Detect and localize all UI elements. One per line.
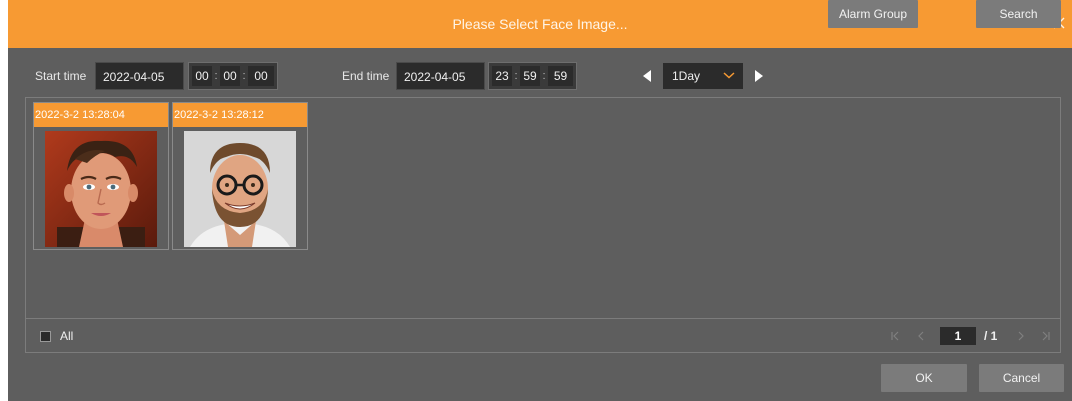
prev-range-icon[interactable] bbox=[640, 67, 654, 85]
start-time-label: Start time bbox=[35, 69, 87, 83]
select-all-label: All bbox=[60, 329, 74, 343]
colon: : bbox=[214, 70, 218, 82]
face-card[interactable]: 2022-3-2 13:28:12 bbox=[172, 102, 308, 250]
start-date-field[interactable]: 2022-04-05 bbox=[95, 62, 184, 90]
select-all-checkbox[interactable] bbox=[40, 331, 51, 342]
ok-button[interactable]: OK bbox=[881, 364, 967, 392]
chevron-down-icon bbox=[723, 65, 735, 85]
colon: : bbox=[242, 70, 246, 82]
end-minute[interactable]: 59 bbox=[520, 66, 540, 86]
face-timestamp: 2022-3-2 13:28:04 bbox=[34, 103, 168, 127]
start-time-field[interactable]: 00 : 00 : 00 bbox=[188, 62, 278, 90]
range-select[interactable]: 1Day bbox=[663, 63, 743, 89]
start-hour[interactable]: 00 bbox=[192, 66, 212, 86]
start-minute[interactable]: 00 bbox=[220, 66, 240, 86]
range-select-value: 1Day bbox=[672, 69, 701, 83]
next-page-icon[interactable] bbox=[1017, 327, 1025, 345]
first-page-icon[interactable] bbox=[890, 327, 900, 345]
last-page-icon[interactable] bbox=[1041, 327, 1051, 345]
face-photo[interactable] bbox=[184, 131, 296, 247]
total-pages: / 1 bbox=[984, 329, 998, 343]
colon: : bbox=[542, 70, 546, 82]
search-button[interactable]: Search bbox=[976, 0, 1061, 28]
cancel-button[interactable]: Cancel bbox=[979, 364, 1064, 392]
prev-page-icon[interactable] bbox=[917, 327, 925, 345]
panel-divider bbox=[26, 318, 1060, 319]
end-second[interactable]: 59 bbox=[548, 66, 573, 86]
colon: : bbox=[514, 70, 518, 82]
start-second[interactable]: 00 bbox=[248, 66, 274, 86]
face-card[interactable]: 2022-3-2 13:28:04 bbox=[33, 102, 169, 250]
end-time-label: End time bbox=[342, 69, 390, 83]
next-range-icon[interactable] bbox=[752, 67, 766, 85]
face-photo[interactable] bbox=[45, 131, 157, 247]
end-hour[interactable]: 23 bbox=[492, 66, 512, 86]
current-page-field[interactable]: 1 bbox=[940, 327, 976, 345]
alarm-group-button[interactable]: Alarm Group bbox=[828, 0, 918, 28]
end-date-field[interactable]: 2022-04-05 bbox=[396, 62, 485, 90]
end-time-field[interactable]: 23 : 59 : 59 bbox=[488, 62, 577, 90]
face-timestamp: 2022-3-2 13:28:12 bbox=[173, 103, 307, 127]
